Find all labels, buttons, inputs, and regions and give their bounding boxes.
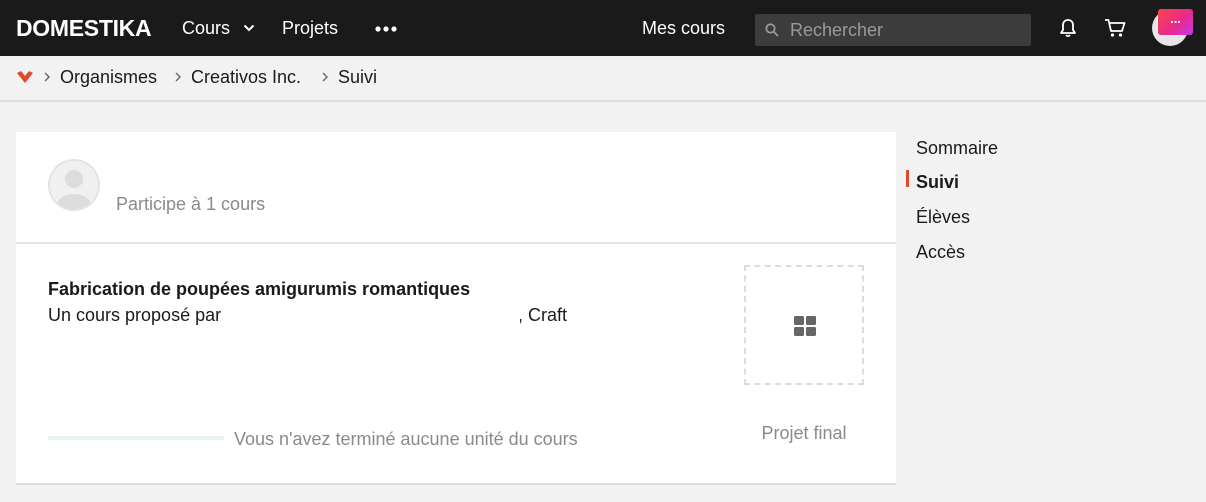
chevron-right-icon <box>175 72 181 82</box>
course-progress-bar <box>48 436 224 440</box>
active-item-marker <box>906 170 909 187</box>
search-input[interactable] <box>790 18 1020 42</box>
nav-cours-label: Cours <box>182 18 231 38</box>
search-box[interactable] <box>755 14 1031 46</box>
side-item-eleves[interactable]: Élèves <box>916 205 970 229</box>
chevron-down-icon <box>243 24 255 32</box>
bell-icon[interactable] <box>1058 18 1078 38</box>
side-item-acces[interactable]: Accès <box>916 240 965 264</box>
breadcrumb-suivi[interactable]: Suivi <box>338 65 377 89</box>
course-progress-text: Vous n'avez terminé aucune unité du cour… <box>234 429 578 449</box>
course-title[interactable]: Fabrication de poupées amigurumis romant… <box>48 278 470 300</box>
nav-projets-link[interactable]: Projets <box>282 16 338 40</box>
default-avatar-icon <box>50 161 98 209</box>
cart-icon[interactable] <box>1104 18 1126 38</box>
nav-mes-cours-link[interactable]: Mes cours <box>642 16 725 40</box>
chevron-right-icon <box>44 72 50 82</box>
avatar-badge[interactable]: ... <box>1158 9 1193 35</box>
breadcrumb-organismes[interactable]: Organismes <box>60 65 157 89</box>
domestika-heart-icon[interactable] <box>16 70 34 84</box>
final-project-label: Projet final <box>761 423 847 443</box>
chevron-right-icon <box>322 72 328 82</box>
participation-count: Participe à 1 cours <box>116 194 266 214</box>
search-icon <box>765 23 779 37</box>
nav-cours-menu[interactable]: Cours <box>182 16 255 40</box>
student-progress-card: Participe à 1 cours Fabrication de poupé… <box>16 132 896 485</box>
redacted-author-mask <box>254 304 520 328</box>
top-navbar: DOMESTIKA Cours Projets Mes cours ... <box>0 0 1206 56</box>
course-offered-by: Un cours proposé par <box>48 305 222 325</box>
student-avatar <box>48 159 100 211</box>
student-header: Participe à 1 cours <box>16 132 896 244</box>
breadcrumb: Organismes Creativos Inc. Suivi <box>0 56 1206 102</box>
breadcrumb-creativos-inc[interactable]: Creativos Inc. <box>191 65 301 89</box>
final-project-placeholder[interactable] <box>744 265 864 385</box>
domestika-logo[interactable]: DOMESTIKA <box>16 14 152 42</box>
side-item-suivi[interactable]: Suivi <box>916 170 959 194</box>
side-item-sommaire[interactable]: Sommaire <box>916 136 998 160</box>
grid-icon <box>794 316 816 336</box>
more-icon[interactable] <box>375 26 397 32</box>
